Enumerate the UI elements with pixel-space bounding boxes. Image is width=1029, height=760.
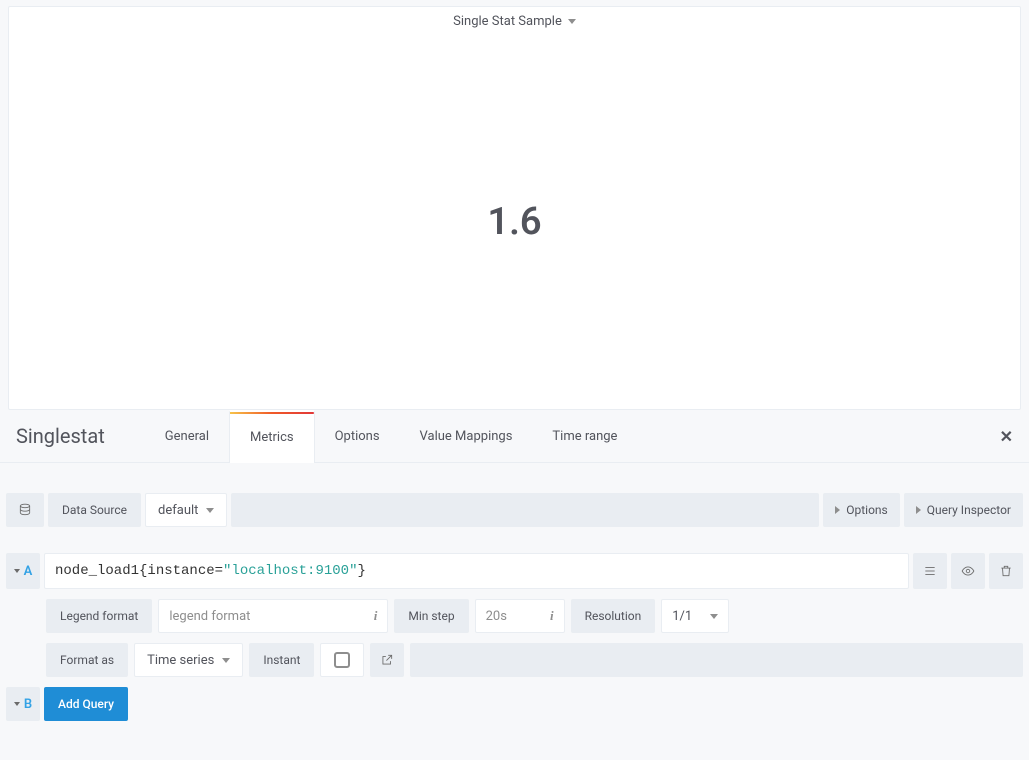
query-b-toggle[interactable]: B	[6, 687, 40, 721]
panel-body: 1.6	[9, 35, 1020, 409]
panel-title: Single Stat Sample	[453, 14, 562, 29]
editor-tabbar: Singlestat General Metrics Options Value…	[0, 410, 1029, 462]
add-query-label: Add Query	[58, 697, 114, 711]
expr-brace-close: }	[357, 563, 365, 579]
tab-label: Options	[335, 429, 380, 444]
caret-down-icon	[568, 19, 576, 24]
instant-checkbox[interactable]	[320, 643, 364, 677]
share-query-button[interactable]	[370, 643, 404, 677]
info-icon: i	[550, 608, 554, 624]
datasource-select[interactable]: default	[145, 493, 227, 527]
eye-icon	[961, 564, 975, 578]
expr-metric: node_load1	[55, 563, 139, 579]
expr-key: instance	[147, 563, 214, 579]
panel-card: Single Stat Sample 1.6	[8, 6, 1021, 410]
caret-down-icon	[206, 508, 214, 513]
panel-type-label: Singlestat	[16, 424, 105, 448]
tab-label: General	[165, 429, 209, 444]
caret-down-icon	[14, 569, 20, 573]
checkbox-icon	[334, 652, 350, 668]
datasource-icon-cell	[6, 493, 44, 527]
tab-label: Value Mappings	[420, 429, 513, 444]
query-menu-button[interactable]	[913, 553, 947, 589]
datasource-row: Data Source default Options Query Inspec…	[6, 493, 1023, 527]
add-query-button[interactable]: Add Query	[44, 687, 128, 721]
caret-down-icon	[14, 702, 20, 706]
expr-brace-open: {	[139, 563, 147, 579]
options-toggle-button[interactable]: Options	[823, 493, 900, 527]
query-a-block: A node_load1{instance="localhost:9100"} …	[6, 553, 1023, 677]
legend-placeholder: legend format	[169, 609, 250, 624]
database-icon	[18, 503, 32, 517]
info-icon: i	[374, 608, 378, 624]
expr-value: "localhost:9100"	[223, 563, 357, 579]
query-a-options-row1: Legend format legend format i Min step 2…	[46, 599, 1023, 633]
triangle-right-icon	[835, 506, 840, 514]
legend-format-label: Legend format	[46, 599, 152, 633]
query-a-options-row2: Format as Time series Instant	[46, 643, 1023, 677]
min-step-input[interactable]: 20s i	[475, 599, 565, 633]
format-as-value: Time series	[147, 653, 214, 668]
tab-label: Metrics	[250, 430, 294, 445]
caret-down-icon	[222, 658, 230, 663]
tab-label: Time range	[552, 429, 617, 444]
query-inspector-button[interactable]: Query Inspector	[904, 493, 1023, 527]
caret-down-icon	[710, 614, 718, 619]
resolution-select[interactable]: 1/1	[661, 599, 729, 633]
min-step-label: Min step	[394, 599, 468, 633]
query-a-row: A node_load1{instance="localhost:9100"}	[6, 553, 1023, 589]
expr-equals: =	[215, 563, 223, 579]
tab-options[interactable]: Options	[315, 410, 400, 462]
query-visibility-button[interactable]	[951, 553, 985, 589]
share-icon	[380, 653, 394, 667]
query-delete-button[interactable]	[989, 553, 1023, 589]
min-step-placeholder: 20s	[486, 609, 507, 624]
datasource-selected: default	[158, 503, 198, 518]
query-letter: B	[24, 697, 32, 712]
trash-icon	[999, 564, 1013, 578]
singlestat-value: 1.6	[487, 200, 541, 244]
query-tool-icons	[913, 553, 1023, 589]
panel-title-dropdown[interactable]: Single Stat Sample	[9, 7, 1020, 35]
query-letter: A	[24, 564, 33, 579]
query-inspector-label: Query Inspector	[927, 503, 1011, 517]
instant-label: Instant	[249, 643, 314, 677]
query-expression-input[interactable]: node_load1{instance="localhost:9100"}	[44, 553, 909, 589]
tab-value-mappings[interactable]: Value Mappings	[400, 410, 533, 462]
hamburger-icon	[923, 564, 937, 578]
tab-metrics[interactable]: Metrics	[229, 410, 315, 462]
resolution-value: 1/1	[672, 609, 692, 624]
close-editor-button[interactable]: ✕	[1000, 427, 1013, 446]
options-button-label: Options	[846, 503, 888, 517]
tab-general[interactable]: General	[145, 410, 229, 462]
tab-time-range[interactable]: Time range	[532, 410, 637, 462]
format-as-label: Format as	[46, 643, 128, 677]
row-filler	[410, 643, 1023, 677]
format-as-select[interactable]: Time series	[134, 643, 243, 677]
query-b-row: B Add Query	[6, 687, 1023, 721]
editor-tabs: General Metrics Options Value Mappings T…	[145, 410, 638, 462]
resolution-label: Resolution	[571, 599, 656, 633]
metrics-editor: Data Source default Options Query Inspec…	[0, 462, 1029, 731]
triangle-right-icon	[916, 506, 921, 514]
datasource-label: Data Source	[48, 493, 141, 527]
datasource-spacer	[231, 493, 819, 527]
query-a-toggle[interactable]: A	[6, 553, 40, 589]
legend-format-input[interactable]: legend format i	[158, 599, 388, 633]
